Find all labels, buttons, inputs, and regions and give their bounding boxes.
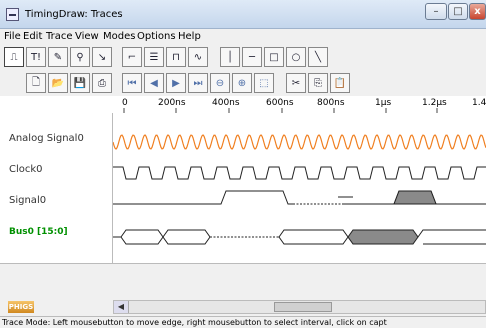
sine-icon[interactable]: ∿ [188, 47, 208, 67]
cut-icon[interactable]: ✂ [286, 73, 306, 93]
scroll-left-icon[interactable]: ◀ [114, 301, 129, 313]
menu-view[interactable]: View [75, 31, 99, 42]
diagonal-line-icon[interactable]: ╲ [308, 47, 328, 67]
menu-help[interactable]: Help [178, 31, 201, 42]
file-toolbar: 🗋 📂 💾 ⎙ ⏮ ◀ ▶ ⏭ ⊖ ⊕ ⬚ ✂ ⎘ 📋 [0, 70, 486, 96]
signal-name-analog[interactable]: Analog Signal0 [9, 133, 84, 144]
status-bar: Trace Mode: Left mousebutton to move edg… [0, 316, 486, 328]
menu-file[interactable]: File [4, 31, 21, 42]
print-icon[interactable]: ⎙ [92, 73, 112, 93]
ruler-label: 1µs [375, 98, 392, 108]
signal-name-clock[interactable]: Clock0 [9, 164, 43, 175]
app-icon [6, 8, 19, 21]
horizontal-scrollbar[interactable]: ◀ [113, 300, 486, 314]
drawing-toolbar: ⎍ T! ✎ ⚲ ↘ ⌐ ☰ ⊓ ∿ │ ─ □ ○ ╲ [0, 45, 486, 70]
signal-name-signal0[interactable]: Signal0 [9, 195, 46, 206]
title-bar: TimingDraw: Traces – □ x [0, 0, 486, 29]
text-tool-icon[interactable]: T! [26, 47, 46, 67]
waveform-area[interactable] [112, 113, 486, 263]
analog-waveform[interactable] [112, 134, 486, 150]
ellipse-icon[interactable]: ○ [286, 47, 306, 67]
step-icon[interactable]: ⌐ [122, 47, 142, 67]
ruler-label: 400ns [212, 98, 240, 108]
menu-trace[interactable]: Trace [46, 31, 73, 42]
signal-name-panel: Analog Signal0 Clock0 Signal0 Bus0 [15:0… [0, 113, 113, 263]
scroll-thumb[interactable] [274, 302, 332, 312]
clock-waveform[interactable] [113, 166, 486, 180]
rectangle-icon[interactable]: □ [264, 47, 284, 67]
ruler-label: 1.2µs [422, 98, 447, 108]
menu-modes[interactable]: Modes [103, 31, 135, 42]
waveform-canvas[interactable] [112, 113, 486, 263]
ruler-label: 0 [122, 98, 128, 108]
vertical-line-icon[interactable]: │ [220, 47, 240, 67]
maximize-button[interactable]: □ [448, 3, 468, 20]
close-button[interactable]: x [469, 3, 486, 20]
ruler-label: 600ns [266, 98, 294, 108]
time-ruler[interactable]: 0 200ns 400ns 600ns 800ns 1µs 1.2µs 1.4 [113, 96, 486, 114]
window-title: TimingDraw: Traces [25, 9, 123, 20]
company-logo: PHIGS [8, 301, 34, 313]
signal-name-bus[interactable]: Bus0 [15:0] [9, 227, 68, 237]
zoom-in-icon[interactable]: ⊕ [232, 73, 252, 93]
zoom-tool-icon[interactable]: ⚲ [70, 47, 90, 67]
save-icon[interactable]: 💾 [70, 73, 90, 93]
minimize-button[interactable]: – [425, 3, 447, 20]
ruler-label: 200ns [158, 98, 186, 108]
open-folder-icon[interactable]: 📂 [48, 73, 68, 93]
skip-start-icon[interactable]: ⏮ [122, 73, 142, 93]
signal0-waveform[interactable] [113, 190, 486, 205]
menu-options[interactable]: Options [137, 31, 176, 42]
ruler-label: 1.4 [472, 98, 486, 108]
zoom-out-icon[interactable]: ⊖ [210, 73, 230, 93]
menu-edit[interactable]: Edit [23, 31, 42, 42]
step-back-icon[interactable]: ◀ [144, 73, 164, 93]
clock-icon[interactable]: ⊓ [166, 47, 186, 67]
rising-edge-icon[interactable]: ⎍ [4, 47, 24, 67]
step-forward-icon[interactable]: ▶ [166, 73, 186, 93]
menu-bar: File Edit Trace View Modes Options Help [0, 29, 486, 45]
paste-icon[interactable]: 📋 [330, 73, 350, 93]
bus-icon[interactable]: ☰ [144, 47, 164, 67]
ruler-label: 800ns [317, 98, 345, 108]
horizontal-line-icon[interactable]: ─ [242, 47, 262, 67]
edit-pencil-icon[interactable]: ✎ [48, 47, 68, 67]
skip-end-icon[interactable]: ⏭ [188, 73, 208, 93]
copy-icon[interactable]: ⎘ [308, 73, 328, 93]
bus-waveform[interactable] [113, 229, 486, 245]
probe-icon[interactable]: ↘ [92, 47, 112, 67]
new-file-icon[interactable]: 🗋 [26, 73, 46, 93]
zoom-fit-icon[interactable]: ⬚ [254, 73, 274, 93]
